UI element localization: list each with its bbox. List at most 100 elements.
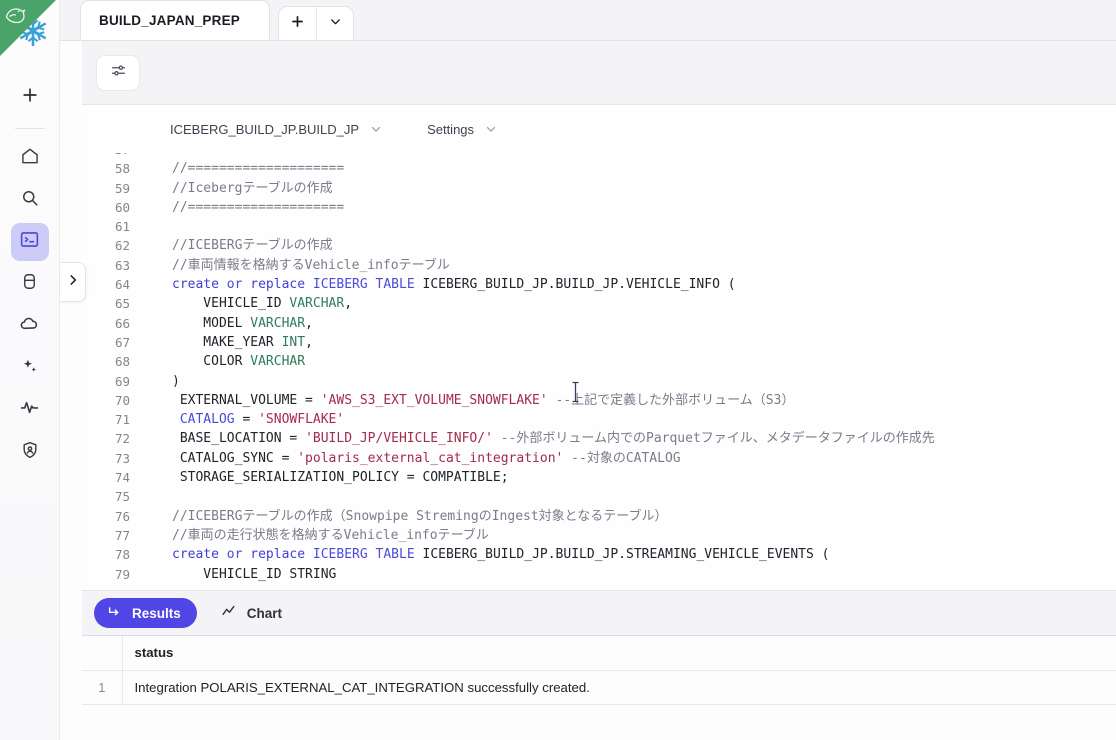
line-number: 67 <box>114 334 130 350</box>
database-schema-selector[interactable]: ICEBERG_BUILD_JP.BUILD_JP <box>170 122 383 137</box>
code-line-text: MODEL VARCHAR, <box>172 315 313 331</box>
cell-status: Integration POLARIS_EXTERNAL_CAT_INTEGRA… <box>122 670 1116 705</box>
table-header-row: status <box>82 636 1116 671</box>
code-line-text: //車両の走行状態を格納するVehicle_infoテーブル <box>172 527 489 543</box>
sidebar-item-create-new[interactable] <box>11 78 49 116</box>
code-line-text: create or replace ICEBERG TABLE ICEBERG_… <box>172 547 830 563</box>
expand-left-panel-button[interactable] <box>60 262 86 302</box>
sidebar-item-projects[interactable] <box>10 223 49 261</box>
code-line[interactable]: 76 //ICEBERGテーブルの作成（Snowpipe StremingのIng… <box>82 507 1116 526</box>
code-line[interactable]: 73 CATALOG_SYNC = 'polaris_external_cat_… <box>82 449 1116 468</box>
code-line-text: create or replace ICEBERG TABLE ICEBERG_… <box>172 277 736 293</box>
line-number: 64 <box>114 277 130 293</box>
chevron-right-icon <box>66 273 80 292</box>
line-number: 68 <box>114 354 130 370</box>
chart-line-icon <box>221 603 238 623</box>
plus-icon <box>289 13 306 35</box>
worksheet-menu-button[interactable] <box>316 7 353 40</box>
code-line[interactable]: 62 //ICEBERGテーブルの作成 <box>82 236 1116 255</box>
line-number: 70 <box>114 392 130 408</box>
code-line-text: ) <box>172 373 180 389</box>
code-line[interactable]: 65 VEHICLE_ID VARCHAR, <box>82 294 1116 313</box>
code-line[interactable]: 78 create or replace ICEBERG TABLE ICEBER… <box>82 545 1116 564</box>
code-line[interactable]: 67 MAKE_YEAR INT, <box>82 333 1116 352</box>
line-number: 60 <box>114 199 130 215</box>
line-number: 78 <box>114 547 130 563</box>
worksheet-tab-label: BUILD_JAPAN_PREP <box>99 12 240 28</box>
code-line-text: //Icebergテーブルの作成 <box>172 180 333 196</box>
code-line[interactable]: 69) <box>82 372 1116 391</box>
code-line[interactable]: 68 COLOR VARCHAR <box>82 352 1116 371</box>
sidebar-item-monitoring[interactable] <box>11 391 49 429</box>
code-line-text: CATALOG_SYNC = 'polaris_external_cat_int… <box>172 450 681 466</box>
database-schema-label: ICEBERG_BUILD_JP.BUILD_JP <box>170 121 360 137</box>
code-line-text: VEHICLE_ID VARCHAR, <box>172 296 353 312</box>
worksheets-icon <box>19 229 40 255</box>
sidebar-item-data[interactable] <box>11 265 49 303</box>
code-line-text: //ICEBERGテーブルの作成 <box>172 238 333 254</box>
code-line-text: MAKE_YEAR INT, <box>172 334 313 350</box>
code-line[interactable]: 74 STORAGE_SERIALIZATION_POLICY = COMPAT… <box>82 468 1116 487</box>
code-line-text: //==================== <box>172 199 345 215</box>
sql-code-editor[interactable]: 5758//====================59//Icebergテーブ… <box>82 153 1116 590</box>
row-index: 1 <box>82 670 123 705</box>
plus-icon <box>20 85 40 110</box>
code-lines: 5758//====================59//Icebergテーブ… <box>82 153 1116 584</box>
code-line[interactable]: 71 CATALOG = 'SNOWFLAKE' <box>82 410 1116 429</box>
activity-icon <box>19 397 40 423</box>
line-number: 73 <box>114 450 130 466</box>
line-number: 61 <box>114 219 130 235</box>
line-number: 62 <box>114 238 130 254</box>
code-line-text: //==================== <box>172 161 345 177</box>
table-row[interactable]: 1 Integration POLARIS_EXTERNAL_CAT_INTEGR… <box>82 670 1116 705</box>
worksheet-tab-active[interactable]: BUILD_JAPAN_PREP <box>80 0 270 40</box>
code-line[interactable]: 61 <box>82 217 1116 236</box>
column-header-status[interactable]: status <box>122 636 1116 671</box>
worksheet-filter-button[interactable] <box>96 54 140 91</box>
code-line[interactable]: 64 create or replace ICEBERG TABLE ICEBER… <box>82 275 1116 294</box>
chart-tab[interactable]: Chart <box>213 598 290 628</box>
new-worksheet-button[interactable] <box>279 7 316 40</box>
code-line-text: COLOR VARCHAR <box>172 354 306 370</box>
code-line[interactable]: 59 //Icebergテーブルの作成 <box>82 179 1116 198</box>
code-line[interactable]: 75 <box>82 487 1116 506</box>
snowflake-logo <box>16 14 50 53</box>
arrow-return-icon <box>107 604 123 623</box>
results-tabbar: Results Chart <box>82 590 1116 635</box>
line-number: 72 <box>114 431 130 447</box>
code-line[interactable]: 70 EXTERNAL_VOLUME = 'AWS_S3_EXT_VOLUME_… <box>82 391 1116 410</box>
sidebar-item-home[interactable] <box>11 139 49 177</box>
app-logo[interactable] <box>0 0 60 62</box>
shield-user-icon <box>20 440 40 465</box>
line-number: 74 <box>114 470 130 486</box>
code-line-text: STORAGE_SERIALIZATION_POLICY = COMPATIBL… <box>172 470 509 486</box>
code-line[interactable]: 63 //車両情報を格納するVehicle_infoテーブル <box>82 256 1116 275</box>
worksheet-settings-selector[interactable]: Settings <box>427 122 498 137</box>
sidebar-item-search[interactable] <box>11 181 49 219</box>
line-number: 75 <box>114 489 130 505</box>
sidebar-item-ai-ml[interactable] <box>11 349 49 387</box>
code-line-text: //ICEBERGテーブルの作成（Snowpipe StremingのInges… <box>172 508 668 524</box>
rail-divider <box>14 128 45 129</box>
code-line[interactable]: 72 BASE_LOCATION = 'BUILD_JP/VEHICLE_INF… <box>82 429 1116 448</box>
sidebar-item-admin[interactable] <box>11 433 49 471</box>
results-tab[interactable]: Results <box>94 598 197 628</box>
code-line-text: CATALOG = 'SNOWFLAKE' <box>179 412 345 428</box>
results-tab-label: Results <box>132 605 181 621</box>
code-line[interactable]: 79 VEHICLE_ID STRING <box>82 565 1116 584</box>
sidebar-item-data-products[interactable] <box>11 307 49 345</box>
cloud-icon <box>19 313 40 339</box>
left-nav-rail <box>0 0 60 740</box>
line-number: 79 <box>114 566 130 582</box>
code-line-text: VEHICLE_ID STRING <box>172 566 337 582</box>
results-table: status 1 Integration POLARIS_EXTERNAL_CAT… <box>82 636 1116 705</box>
code-line[interactable]: 58 //==================== <box>82 159 1116 178</box>
code-line-text: BASE_LOCATION = 'BUILD_JP/VEHICLE_INFO/'… <box>172 431 935 447</box>
code-line[interactable]: 66 MODEL VARCHAR, <box>82 314 1116 333</box>
line-number: 77 <box>114 527 130 543</box>
code-line[interactable]: 60 //==================== <box>82 198 1116 217</box>
chevron-down-icon <box>328 14 343 34</box>
code-line[interactable]: 77 //車両の走行状態を格納するVehicle_infoテーブル <box>82 526 1116 545</box>
line-number: 58 <box>114 161 130 177</box>
line-number: 63 <box>114 257 130 273</box>
